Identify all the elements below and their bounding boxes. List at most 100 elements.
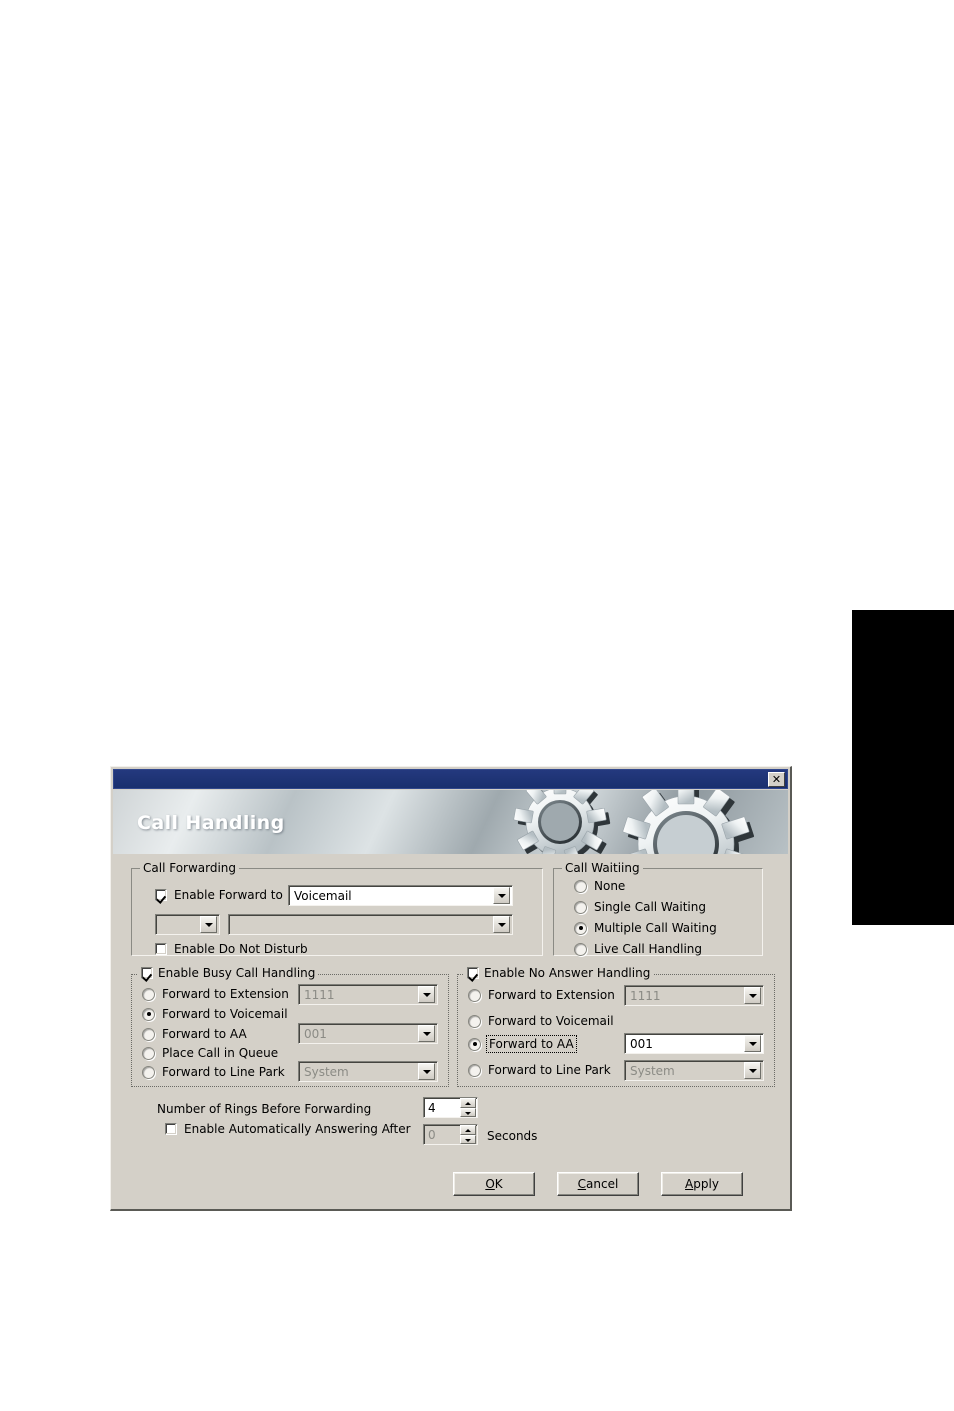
noanswer-option-forward-line-park[interactable]: Forward to Line Park xyxy=(468,1063,611,1077)
number-of-rings-stepper[interactable]: 4 xyxy=(423,1097,478,1118)
page-edge-tab xyxy=(852,610,954,925)
cancel-button-label: Cancel xyxy=(578,1177,619,1191)
radio-noanswer-forward-to-aa[interactable] xyxy=(468,1037,481,1051)
busy-call-handling-group: Enable Busy Call Handling Forward to Ext… xyxy=(131,966,449,1087)
stepper-buttons[interactable] xyxy=(460,1125,476,1144)
call-waiting-option-none[interactable]: None xyxy=(574,879,625,893)
busy-option-place-call-in-queue[interactable]: Place Call in Queue xyxy=(142,1046,278,1060)
busy-option-forward-aa[interactable]: Forward to AA xyxy=(142,1027,247,1041)
busy-label-forward-to-aa: Forward to AA xyxy=(162,1027,247,1041)
chevron-down-icon[interactable] xyxy=(744,1035,761,1052)
chevron-down-icon[interactable] xyxy=(200,916,217,933)
call-forwarding-group: Call Forwarding Enable Forward to Voicem… xyxy=(131,861,543,956)
noanswer-option-forward-aa[interactable]: Forward to AA xyxy=(468,1035,577,1053)
ok-button[interactable]: OK xyxy=(453,1172,535,1196)
busy-option-forward-voicemail[interactable]: Forward to Voicemail xyxy=(142,1007,288,1021)
enable-forward-to-checkbox[interactable] xyxy=(155,889,167,901)
dialog-titlebar: ✕ xyxy=(113,769,788,789)
forward-to-target-value: Voicemail xyxy=(294,888,352,903)
busy-line-park-combo[interactable]: System xyxy=(298,1061,438,1082)
chevron-down-icon[interactable] xyxy=(744,987,761,1004)
busy-label-place-call-in-queue: Place Call in Queue xyxy=(162,1046,279,1060)
busy-line-park-value: System xyxy=(304,1064,349,1079)
no-answer-handling-group: Enable No Answer Handling Forward to Ext… xyxy=(457,966,775,1087)
stepper-buttons[interactable] xyxy=(460,1098,476,1117)
stepper-up-icon[interactable] xyxy=(460,1098,476,1108)
auto-answer-seconds-value: 0 xyxy=(428,1127,436,1142)
enable-auto-answer-checkbox[interactable] xyxy=(165,1123,177,1135)
auto-answer-seconds-units: Seconds xyxy=(487,1129,538,1143)
call-forwarding-legend: Call Forwarding xyxy=(140,861,240,875)
forward-secondary-wide-combo[interactable] xyxy=(228,914,513,935)
ok-rest: K xyxy=(494,1177,503,1191)
busy-option-forward-line-park[interactable]: Forward to Line Park xyxy=(142,1065,285,1079)
call-waiting-label-multiple: Multiple Call Waiting xyxy=(594,921,717,935)
auto-answer-seconds-stepper[interactable]: 0 xyxy=(423,1124,478,1145)
call-handling-dialog: ✕ Call Handling Call Forwarding Enable F… xyxy=(110,766,792,1211)
noanswer-aa-combo[interactable]: 001 xyxy=(624,1033,764,1054)
gears-icon xyxy=(513,790,755,854)
noanswer-line-park-combo[interactable]: System xyxy=(624,1060,764,1081)
enable-do-not-disturb-row[interactable]: Enable Do Not Disturb xyxy=(155,942,308,956)
call-waiting-option-live[interactable]: Live Call Handling xyxy=(574,942,702,956)
forward-to-target-combo[interactable]: Voicemail xyxy=(288,885,513,906)
radio-busy-forward-to-extension[interactable] xyxy=(142,987,155,1001)
enable-busy-call-handling-label: Enable Busy Call Handling xyxy=(158,966,316,980)
busy-option-forward-extension[interactable]: Forward to Extension xyxy=(142,987,289,1001)
enable-busy-call-handling-checkbox[interactable] xyxy=(141,967,153,979)
radio-live-call-handling[interactable] xyxy=(574,942,587,956)
enable-auto-answer-row[interactable]: Enable Automatically Answering After xyxy=(165,1122,411,1136)
enable-do-not-disturb-checkbox[interactable] xyxy=(155,943,167,955)
enable-no-answer-handling-checkbox[interactable] xyxy=(467,967,479,979)
radio-noanswer-forward-to-line-park[interactable] xyxy=(468,1063,481,1077)
noanswer-extension-value: 1111 xyxy=(630,988,661,1003)
busy-extension-combo[interactable]: 1111 xyxy=(298,984,438,1005)
noanswer-label-forward-to-aa: Forward to AA xyxy=(486,1035,577,1053)
call-waiting-option-single[interactable]: Single Call Waiting xyxy=(574,900,706,914)
noanswer-option-forward-voicemail[interactable]: Forward to Voicemail xyxy=(468,1014,614,1028)
chevron-down-icon[interactable] xyxy=(418,1063,435,1080)
stepper-up-icon[interactable] xyxy=(460,1125,476,1135)
call-waiting-legend: Call Waitiing xyxy=(562,861,643,875)
stepper-down-icon[interactable] xyxy=(460,1134,476,1144)
enable-do-not-disturb-label: Enable Do Not Disturb xyxy=(174,942,308,956)
noanswer-label-forward-to-line-park: Forward to Line Park xyxy=(488,1063,611,1077)
stepper-down-icon[interactable] xyxy=(460,1107,476,1117)
chevron-down-icon[interactable] xyxy=(418,1025,435,1042)
no-answer-handling-legend[interactable]: Enable No Answer Handling xyxy=(464,966,654,980)
apply-button[interactable]: Apply xyxy=(661,1172,743,1196)
noanswer-option-forward-extension[interactable]: Forward to Extension xyxy=(468,988,615,1002)
chevron-down-icon[interactable] xyxy=(418,986,435,1003)
radio-single-call-waiting[interactable] xyxy=(574,900,587,914)
number-of-rings-label: Number of Rings Before Forwarding xyxy=(157,1102,372,1116)
noanswer-line-park-value: System xyxy=(630,1063,675,1078)
radio-none[interactable] xyxy=(574,879,587,893)
chevron-down-icon[interactable] xyxy=(744,1062,761,1079)
cancel-button[interactable]: Cancel xyxy=(557,1172,639,1196)
radio-busy-forward-to-aa[interactable] xyxy=(142,1027,155,1041)
enable-forward-to-label: Enable Forward to xyxy=(174,888,283,902)
radio-noanswer-forward-to-voicemail[interactable] xyxy=(468,1014,481,1028)
busy-call-handling-legend[interactable]: Enable Busy Call Handling xyxy=(138,966,319,980)
enable-forward-to-row[interactable]: Enable Forward to xyxy=(155,888,283,902)
call-waiting-option-multiple[interactable]: Multiple Call Waiting xyxy=(574,921,717,935)
chevron-down-icon[interactable] xyxy=(493,887,510,904)
busy-label-forward-to-line-park: Forward to Line Park xyxy=(162,1065,285,1079)
radio-busy-forward-to-line-park[interactable] xyxy=(142,1065,155,1079)
chevron-down-icon[interactable] xyxy=(493,916,510,933)
radio-busy-place-call-in-queue[interactable] xyxy=(142,1046,155,1060)
radio-busy-forward-to-voicemail[interactable] xyxy=(142,1007,155,1021)
ok-accel: O xyxy=(485,1177,495,1191)
noanswer-extension-combo[interactable]: 1111 xyxy=(624,985,764,1006)
noanswer-label-forward-to-extension: Forward to Extension xyxy=(488,988,615,1002)
forward-secondary-small-combo[interactable] xyxy=(155,914,220,935)
dialog-client-area: Call Forwarding Enable Forward to Voicem… xyxy=(113,854,788,1207)
close-icon[interactable]: ✕ xyxy=(768,772,785,787)
noanswer-aa-value: 001 xyxy=(630,1036,653,1051)
enable-auto-answer-label: Enable Automatically Answering After xyxy=(184,1122,411,1136)
apply-button-label: Apply xyxy=(685,1177,719,1191)
radio-noanswer-forward-to-extension[interactable] xyxy=(468,988,481,1002)
busy-label-forward-to-voicemail: Forward to Voicemail xyxy=(162,1007,288,1021)
busy-aa-combo[interactable]: 001 xyxy=(298,1023,438,1044)
radio-multiple-call-waiting[interactable] xyxy=(574,921,587,935)
